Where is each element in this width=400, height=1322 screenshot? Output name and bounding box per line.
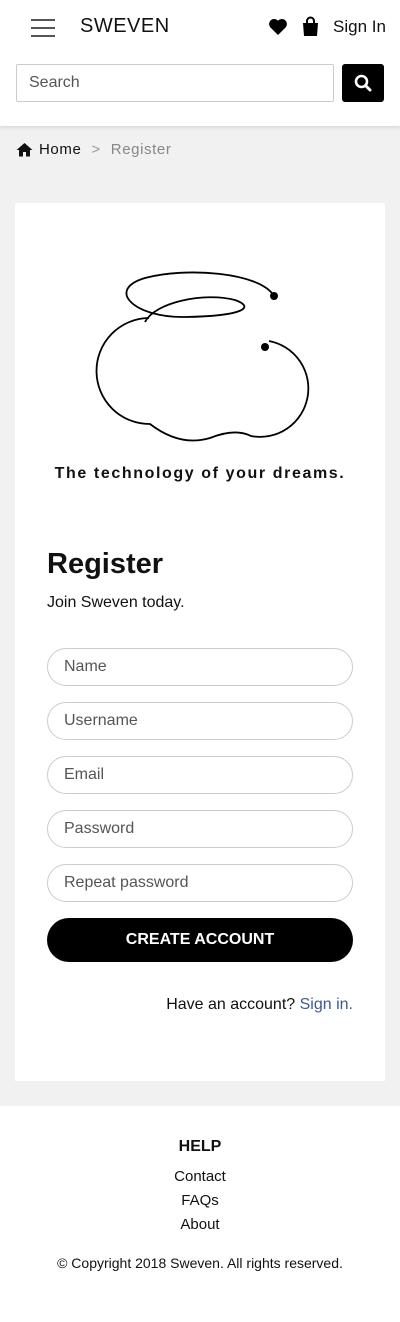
heart-icon[interactable]: [268, 17, 288, 37]
home-icon: [16, 142, 33, 156]
email-field[interactable]: [47, 756, 353, 794]
register-subtitle: Join Sweven today.: [47, 594, 185, 611]
breadcrumb-current: Register: [110, 140, 172, 158]
site-header: SWEVEN Sign In: [0, 0, 400, 126]
page-content: Home > Register The technology of your d…: [0, 126, 400, 1106]
password-field[interactable]: [47, 810, 353, 848]
footer-link-faqs[interactable]: FAQs: [0, 1192, 400, 1209]
hamburger-menu-icon[interactable]: [29, 16, 57, 40]
register-card: The technology of your dreams. Register …: [15, 203, 385, 1081]
footer-link-contact[interactable]: Contact: [0, 1168, 400, 1185]
breadcrumb-home-link[interactable]: Home: [39, 141, 81, 158]
have-account-line: Have an account? Sign in.: [166, 996, 353, 1014]
have-account-text: Have an account?: [166, 996, 296, 1013]
breadcrumb: Home > Register: [16, 139, 171, 159]
sign-in-link[interactable]: Sign In: [333, 17, 386, 37]
create-account-button[interactable]: CREATE ACCOUNT: [47, 918, 353, 962]
brand-logo[interactable]: SWEVEN: [80, 15, 170, 38]
name-field[interactable]: [47, 648, 353, 686]
tagline: The technology of your dreams.: [54, 465, 346, 482]
username-field[interactable]: [47, 702, 353, 740]
register-title: Register: [47, 548, 164, 580]
cloud-logo-illustration: [95, 271, 310, 442]
search-input[interactable]: [16, 64, 334, 102]
search-button[interactable]: [342, 64, 384, 102]
footer-link-about[interactable]: About: [0, 1216, 400, 1233]
footer-help-title: HELP: [178, 1138, 222, 1155]
sign-in-link-bottom[interactable]: Sign in.: [300, 996, 353, 1013]
magnifier-icon: [354, 74, 372, 92]
breadcrumb-separator: >: [91, 140, 101, 158]
site-footer: HELP Contact FAQs About © Copyright 2018…: [0, 1106, 400, 1322]
copyright-text: © Copyright 2018 Sweven. All rights rese…: [57, 1255, 343, 1271]
repeat-password-field[interactable]: [47, 864, 353, 902]
shopping-bag-icon[interactable]: [301, 16, 320, 37]
